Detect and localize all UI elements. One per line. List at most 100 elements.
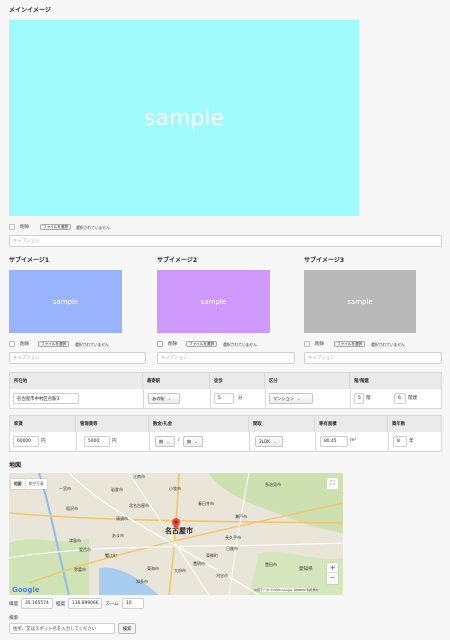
search-label: 検索 — [9, 616, 19, 621]
sub-image-1-file-button[interactable]: ファイルを選択 — [38, 341, 70, 347]
deposit-value: 無 — [159, 438, 164, 444]
longitude-input[interactable]: 136.899066 — [68, 598, 102, 609]
station-select[interactable]: あの駅 ⌄ — [148, 393, 180, 404]
search-input[interactable]: 住所、又はスポット名を入力してください — [9, 623, 115, 634]
chevron-down-icon: ⌄ — [167, 396, 172, 401]
map-place-label: 豊明市 — [193, 561, 205, 566]
sub-image-1-heading: サブイメージ1 — [9, 257, 50, 264]
chevron-down-icon: ⌄ — [166, 439, 170, 444]
map-place-label: 東海市 — [147, 566, 159, 571]
sub-image-1-sample-text: sample — [52, 297, 79, 306]
map-place-label: 弥富市 — [74, 567, 86, 572]
sub-image-1-caption-input[interactable]: キャプション — [9, 352, 146, 364]
zoom-label: ズーム — [105, 602, 119, 607]
category-value: マンション — [273, 395, 294, 401]
map-place-label: 豊田市 — [265, 562, 277, 567]
map-place-label: あま市 — [112, 533, 124, 538]
floor-unit: 階 — [366, 396, 371, 401]
floor-input[interactable]: 5 — [354, 393, 364, 404]
header-layout: 間取 — [249, 416, 315, 432]
rent-unit: 円 — [41, 439, 46, 444]
header-age: 築年数 — [388, 416, 441, 432]
header-floor: 階/階建 — [350, 373, 441, 389]
map-place-label: 北名古屋市 — [129, 503, 149, 508]
main-image-heading: メインイメージ — [9, 7, 51, 14]
chevron-down-icon: ⌄ — [296, 396, 301, 401]
main-image-file-status: 選択されていません — [76, 225, 110, 230]
property-table-price: 家賃 管理費等 敷金/礼金 間取 専有面積 築年数 60000 円 5000 円… — [9, 415, 442, 452]
sub-image-3-delete-checkbox[interactable] — [304, 341, 310, 347]
address-input[interactable]: 名古屋市中村区名駅3 — [13, 393, 79, 404]
rent-input[interactable]: 60000 — [13, 436, 39, 447]
map-place-label: 愛西市 — [79, 547, 91, 552]
sub-image-1-file-status: 選択されていません — [75, 342, 109, 347]
map-place-label: 長久手市 — [225, 535, 241, 540]
layout-value: 3LDK — [259, 439, 270, 444]
map-place-label: 瀬戸市 — [235, 514, 247, 519]
latitude-input[interactable]: 35.165574 — [21, 598, 53, 609]
map-place-label: 東郷町 — [206, 553, 218, 558]
map-place-label: 一宮市 — [59, 486, 71, 491]
walk-input[interactable]: 5 — [214, 393, 234, 404]
sub-image-3-file-button[interactable]: ファイルを選択 — [334, 341, 366, 347]
zoom-out-button[interactable]: − — [327, 573, 338, 583]
category-select[interactable]: マンション ⌄ — [269, 393, 313, 404]
header-walk: 徒歩 — [210, 373, 265, 389]
main-image-sample-text: sample — [144, 105, 224, 131]
zoom-in-button[interactable]: + — [327, 563, 338, 573]
walk-unit: 分 — [238, 396, 243, 401]
chevron-down-icon: ⌄ — [272, 439, 277, 444]
zoom-control: + − — [327, 563, 338, 584]
sub-image-2-delete-label: 削除 — [168, 342, 178, 347]
map-view[interactable]: 地図 航空写真 ⛶ 江南市 小牧市 一宮市 岩倉市 春日井市 多治見市 稲沢市 … — [9, 473, 343, 595]
sub-image-2-delete-checkbox[interactable] — [157, 341, 163, 347]
layout-select[interactable]: 3LDK ⌄ — [255, 436, 283, 447]
search-button[interactable]: 検索 — [118, 623, 136, 634]
google-logo: Google — [12, 586, 40, 594]
fee-unit: 円 — [112, 439, 117, 444]
age-input[interactable]: 8 — [393, 436, 407, 447]
sub-image-1-delete-label: 削除 — [20, 342, 30, 347]
header-fee: 管理費等 — [76, 416, 149, 432]
main-image-caption-input[interactable]: キャプション — [9, 235, 442, 247]
map-place-label: 江南市 — [133, 474, 145, 479]
map-place-label: 刈谷市 — [216, 573, 228, 578]
fullscreen-icon[interactable]: ⛶ — [327, 478, 338, 489]
main-image-delete-checkbox[interactable] — [9, 224, 15, 230]
map-place-label: 日進市 — [226, 546, 238, 551]
map-heading: 地図 — [9, 462, 22, 469]
age-unit: 年 — [409, 439, 414, 444]
sub-image-3-sample-text: sample — [347, 297, 373, 306]
sub-image-2-caption-input[interactable]: キャプション — [157, 352, 295, 364]
header-deposit: 敷金/礼金 — [149, 416, 249, 432]
area-unit: m² — [350, 438, 357, 443]
deposit-select[interactable]: 無 ⌄ — [155, 436, 175, 447]
sub-image-1-preview: sample — [9, 270, 122, 333]
map-place-label: 岩倉市 — [111, 487, 123, 492]
chevron-down-icon: ⌄ — [194, 439, 198, 444]
zoom-input[interactable]: 10 — [122, 598, 144, 609]
header-station: 最寄駅 — [143, 373, 210, 389]
fee-input[interactable]: 5000 — [84, 436, 110, 447]
sub-image-3-heading: サブイメージ3 — [304, 257, 345, 264]
area-input[interactable]: 80.45 — [320, 436, 348, 447]
sub-image-2-file-button[interactable]: ファイルを選択 — [186, 341, 218, 347]
header-category: 区分 — [265, 373, 350, 389]
map-type-satellite-button[interactable]: 航空写真 — [24, 479, 47, 489]
sub-image-1-delete-checkbox[interactable] — [9, 341, 15, 347]
key-money-select[interactable]: 無 ⌄ — [183, 436, 203, 447]
map-place-label: 知多市 — [136, 579, 148, 584]
header-rent: 家賃 — [10, 416, 76, 432]
map-type-control: 地図 航空写真 — [11, 479, 47, 489]
sub-image-3-preview: sample — [304, 270, 416, 333]
main-image-preview: sample — [9, 20, 359, 216]
sub-image-3-caption-input[interactable]: キャプション — [304, 352, 442, 364]
map-place-label: 稲沢市 — [66, 506, 78, 511]
main-image-file-button[interactable]: ファイルを選択 — [40, 224, 72, 230]
stories-input[interactable]: 6 — [394, 393, 406, 404]
key-money-value: 無 — [187, 438, 192, 444]
map-type-map-button[interactable]: 地図 — [11, 479, 25, 489]
map-marker-icon[interactable] — [172, 518, 180, 532]
sub-image-2-preview: sample — [157, 270, 270, 333]
map-place-label: 小牧市 — [169, 486, 181, 491]
